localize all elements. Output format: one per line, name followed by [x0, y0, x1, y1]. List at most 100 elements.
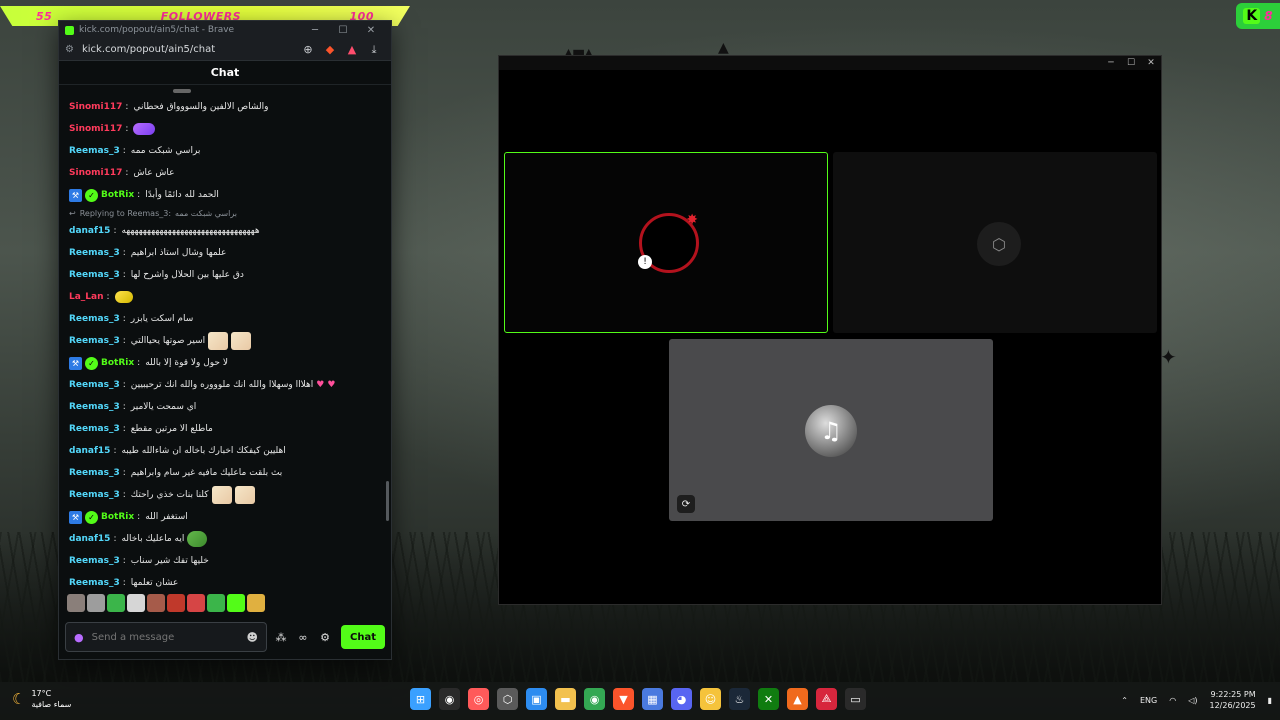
- obs-icon[interactable]: ◉: [439, 688, 460, 710]
- windows-start-icon[interactable]: ⊞: [410, 688, 431, 710]
- chat-message[interactable]: Sinomi117:: [69, 118, 383, 140]
- xbox-icon[interactable]: ✕: [758, 688, 779, 710]
- chrome-icon[interactable]: ◉: [584, 688, 605, 710]
- chat-username[interactable]: Reemas_3: [69, 556, 120, 566]
- chat-username[interactable]: Sinomi117: [69, 102, 122, 112]
- chat-message[interactable]: Reemas_3: عشان تعلمها: [69, 572, 383, 589]
- chevron-up-icon[interactable]: ⌃: [1121, 696, 1128, 705]
- chat-message[interactable]: Reemas_3: علمها وشال استاذ ابراهيم: [69, 242, 383, 264]
- wifi-icon[interactable]: ◠: [1169, 696, 1176, 705]
- url-text[interactable]: kick.com/popout/ain5/chat: [82, 44, 297, 55]
- chat-username[interactable]: BotRix: [101, 358, 134, 368]
- quick-emote-icon[interactable]: [167, 594, 185, 612]
- minimize-icon[interactable]: ─: [1101, 56, 1121, 70]
- chat-settings-icon[interactable]: ⚙: [317, 631, 333, 644]
- site-settings-icon[interactable]: ⚙: [65, 44, 74, 55]
- chat-username[interactable]: Sinomi117: [69, 124, 122, 134]
- chat-message[interactable]: Reemas_3: سام اسكت يابزر: [69, 308, 383, 330]
- download-icon[interactable]: ⤓: [363, 43, 385, 57]
- chat-message[interactable]: Sinomi117: عاش عاش: [69, 162, 383, 184]
- chat-message[interactable]: Reemas_3: بث بلقت ماعليك مافيه غير سام وا…: [69, 462, 383, 484]
- store-icon[interactable]: ▦: [642, 688, 663, 710]
- chat-username[interactable]: Reemas_3: [69, 424, 120, 434]
- chat-message[interactable]: Reemas_3: اي سمحت يالامير: [69, 396, 383, 418]
- chat-username[interactable]: Sinomi117: [69, 168, 122, 178]
- message-input-box[interactable]: ● ☻: [65, 622, 267, 652]
- emoji-app-icon[interactable]: ☺: [700, 688, 721, 710]
- chat-scrollbar[interactable]: [386, 481, 389, 521]
- chat-message[interactable]: Reemas_3: براسي شبكت ممه: [69, 140, 383, 162]
- chat-message[interactable]: ⚒ ✓ BotRix: لا حول ولا قوة إلا بالله: [69, 352, 383, 374]
- chat-username[interactable]: BotRix: [101, 190, 134, 200]
- chat-message[interactable]: La_Lan:: [69, 286, 383, 308]
- blue-app-icon[interactable]: ▣: [526, 688, 547, 710]
- chat-username[interactable]: Reemas_3: [69, 402, 120, 412]
- emoji-picker-icon[interactable]: ☻: [247, 631, 258, 644]
- terminal-icon[interactable]: ▭: [845, 688, 866, 710]
- chat-username[interactable]: Reemas_3: [69, 490, 120, 500]
- chat-username[interactable]: BotRix: [101, 512, 134, 522]
- chat-message[interactable]: Reemas_3: دق عليها بين الحلال واشرح لها: [69, 264, 383, 286]
- quick-emote-icon[interactable]: [107, 594, 125, 612]
- color-app-icon[interactable]: ◎: [468, 688, 489, 710]
- chat-message[interactable]: Reemas_3: خليها تفك شير سناب: [69, 550, 383, 572]
- chat-username[interactable]: La_Lan: [69, 292, 104, 302]
- weather-widget[interactable]: ☾ 17°C سماء صافية: [12, 688, 71, 710]
- language-indicator[interactable]: ENG: [1140, 696, 1157, 705]
- quick-emote-icon[interactable]: [247, 594, 265, 612]
- chat-username[interactable]: danaf15: [69, 534, 110, 544]
- chat-message[interactable]: danaf15: ايه ماعليك باخاله: [69, 528, 383, 550]
- kick-points-icon[interactable]: ⁂: [273, 631, 289, 644]
- red-app-icon[interactable]: ⟁: [816, 688, 837, 710]
- quick-emote-icon[interactable]: [187, 594, 205, 612]
- microphone-icon[interactable]: ●: [74, 631, 84, 644]
- chat-message[interactable]: Sinomi117: والشاص الالفين والسووواق فحطان…: [69, 96, 383, 118]
- chat-message[interactable]: danaf15: اهليين كيفكك اخبارك باخاله ان شا…: [69, 440, 383, 462]
- chat-message[interactable]: danaf15: هههههههههههههههههههههههههههههههه…: [69, 220, 383, 242]
- quick-emote-icon[interactable]: [147, 594, 165, 612]
- chat-username[interactable]: Reemas_3: [69, 248, 120, 258]
- steam-icon[interactable]: ♨: [729, 688, 750, 710]
- screen-share-icon[interactable]: ⟳: [677, 495, 695, 513]
- close-icon[interactable]: ✕: [1141, 56, 1161, 70]
- message-input[interactable]: [91, 631, 239, 643]
- address-bar[interactable]: ⚙ kick.com/popout/ain5/chat ⊕ ◆ ▲ ⤓: [59, 39, 391, 61]
- brave-icon[interactable]: ▼: [613, 688, 634, 710]
- quick-emote-icon[interactable]: [127, 594, 145, 612]
- participant-tile[interactable]: ⬡: [833, 152, 1157, 333]
- chat-username[interactable]: Reemas_3: [69, 146, 120, 156]
- cube-app-icon[interactable]: ⬡: [497, 688, 518, 710]
- chat-username[interactable]: Reemas_3: [69, 336, 120, 346]
- chat-message[interactable]: ⚒ ✓ BotRix: الحمد لله دائمًا وأبدًا: [69, 184, 383, 206]
- send-chat-button[interactable]: Chat: [341, 625, 385, 649]
- close-icon[interactable]: ✕: [357, 25, 385, 36]
- maximize-icon[interactable]: ☐: [329, 25, 357, 36]
- notification-icon[interactable]: ▮: [1268, 696, 1272, 705]
- reply-context[interactable]: ↩ Replying to Reemas_3: براسي شبكت ممه: [69, 206, 383, 220]
- minimize-icon[interactable]: ─: [301, 25, 329, 36]
- chat-message[interactable]: Reemas_3: اهلااا وسهلاا والله انك ملوووره…: [69, 374, 383, 396]
- infinity-icon[interactable]: ∞: [295, 631, 311, 644]
- zoom-icon[interactable]: ⊕: [297, 43, 319, 56]
- volume-icon[interactable]: ◁): [1188, 696, 1197, 705]
- music-bot-tile[interactable]: ♫ ⟳: [669, 339, 993, 521]
- chat-username[interactable]: danaf15: [69, 226, 110, 236]
- chat-username[interactable]: Reemas_3: [69, 380, 120, 390]
- clock[interactable]: 9:22:25 PM 12/26/2025: [1209, 689, 1255, 711]
- chat-username[interactable]: Reemas_3: [69, 270, 120, 280]
- chat-username[interactable]: danaf15: [69, 446, 110, 456]
- quick-emote-icon[interactable]: [67, 594, 85, 612]
- file-explorer-icon[interactable]: ▬: [555, 688, 576, 710]
- chat-username[interactable]: Reemas_3: [69, 314, 120, 324]
- brave-shields-icon[interactable]: ◆: [319, 43, 341, 56]
- quick-emote-icon[interactable]: [87, 594, 105, 612]
- brave-rewards-icon[interactable]: ▲: [341, 43, 363, 56]
- chat-message[interactable]: Reemas_3: اسير صوتها يحياالتي: [69, 330, 383, 352]
- chat-username[interactable]: Reemas_3: [69, 468, 120, 478]
- chat-message[interactable]: ⚒ ✓ BotRix: استغفر الله: [69, 506, 383, 528]
- orange-app-icon[interactable]: ▲: [787, 688, 808, 710]
- chat-message-list[interactable]: Sinomi117: والشاص الالفين والسووواق فحطان…: [59, 85, 391, 589]
- maximize-icon[interactable]: ☐: [1121, 56, 1141, 70]
- chat-message[interactable]: Reemas_3: ماطلع الا مرتين مقطع: [69, 418, 383, 440]
- discord-icon[interactable]: ◕: [671, 688, 692, 710]
